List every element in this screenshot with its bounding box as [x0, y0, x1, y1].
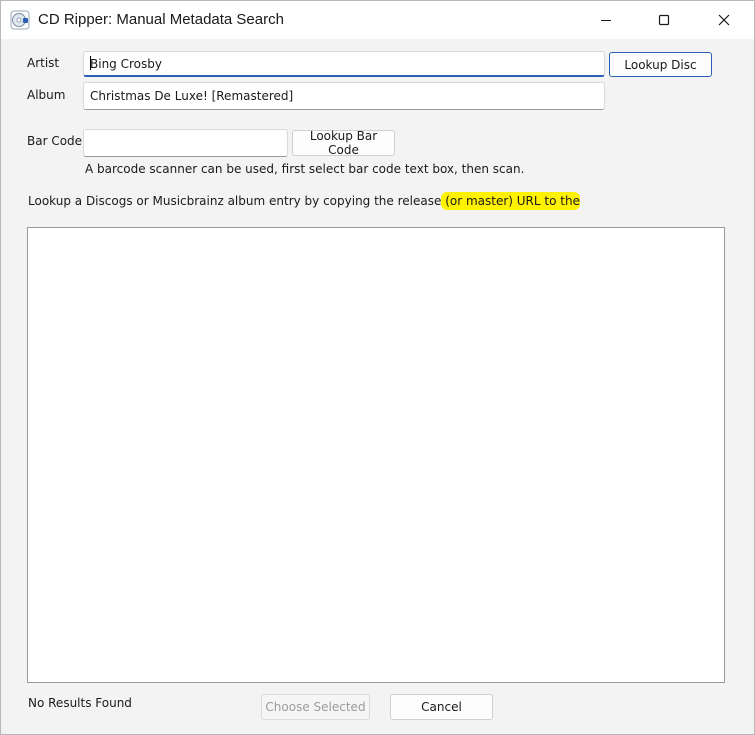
artist-input-value: Bing Crosby: [90, 57, 162, 71]
instruction-text: Lookup a Discogs or Musicbrainz album en…: [28, 192, 580, 210]
minimize-icon: [601, 20, 611, 21]
close-button[interactable]: [701, 1, 747, 39]
choose-selected-button[interactable]: Choose Selected: [261, 694, 370, 720]
dialog-body: Artist Bing Crosby Lookup Disc Album Chr…: [1, 39, 754, 734]
results-list[interactable]: [27, 227, 725, 683]
album-label: Album: [27, 88, 66, 102]
album-input-value: Christmas De Luxe! [Remastered]: [90, 89, 294, 103]
barcode-label: Bar Code: [27, 134, 83, 148]
barcode-input[interactable]: [83, 129, 288, 157]
minimize-button[interactable]: [583, 1, 629, 39]
maximize-icon: [658, 14, 670, 26]
window-title: CD Ripper: Manual Metadata Search: [38, 11, 284, 28]
close-icon: [718, 14, 730, 26]
title-bar[interactable]: CD Ripper: Manual Metadata Search: [1, 1, 754, 39]
lookup-disc-button[interactable]: Lookup Disc: [609, 52, 712, 77]
album-input[interactable]: Christmas De Luxe! [Remastered]: [83, 82, 605, 110]
lookup-barcode-button[interactable]: Lookup Bar Code: [292, 129, 395, 157]
artist-input[interactable]: Bing Crosby: [83, 51, 605, 77]
instruction-highlighted: (or master) URL to the: [441, 192, 580, 210]
cd-ripper-icon: [10, 10, 30, 30]
maximize-button[interactable]: [641, 1, 687, 39]
artist-label: Artist: [27, 56, 60, 70]
instruction-plain: Lookup a Discogs or Musicbrainz album en…: [28, 194, 442, 208]
dialog-window: CD Ripper: Manual Metadata Search Artist…: [0, 0, 755, 735]
status-text: No Results Found: [28, 696, 132, 710]
barcode-hint: A barcode scanner can be used, first sel…: [85, 162, 525, 176]
cancel-button[interactable]: Cancel: [390, 694, 493, 720]
